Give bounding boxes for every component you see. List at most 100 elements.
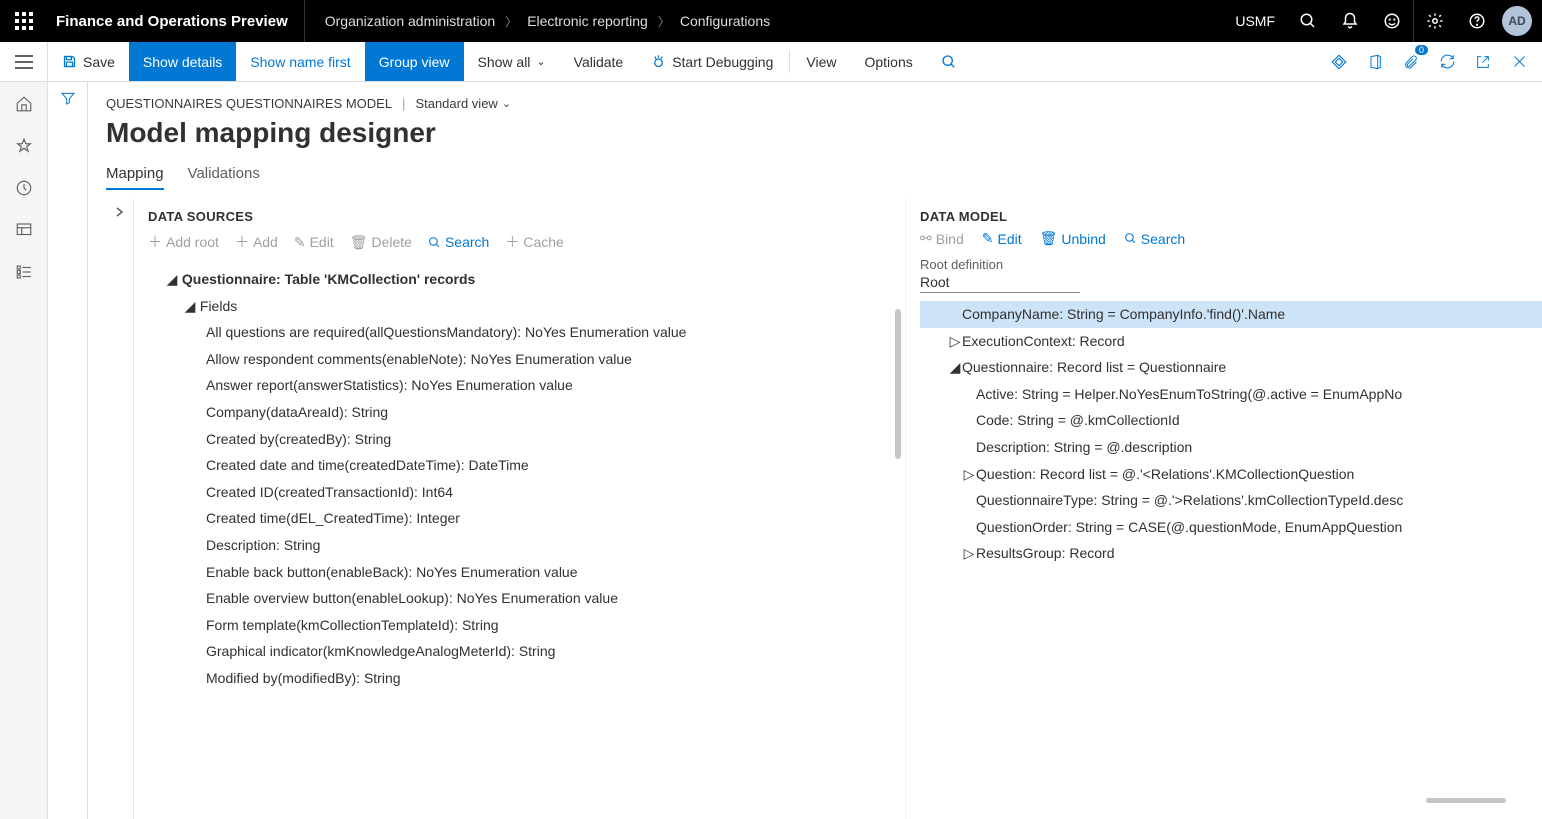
model-node-questionnairetype[interactable]: QuestionnaireType: String = @.'>Relation… [920,487,1542,514]
bind-button[interactable]: ⚯Bind [920,230,964,247]
search-cmd-button[interactable] [927,42,971,81]
scrollbar-thumb[interactable] [895,309,901,459]
add-button[interactable]: ＋Add [235,232,278,252]
collapse-left-pane[interactable] [106,199,134,819]
model-node-questionnaire[interactable]: ◢Questionnaire: Record list = Questionna… [920,354,1542,381]
cache-button[interactable]: ＋Cache [505,232,563,252]
unbind-button[interactable]: 🗑Unbind [1040,230,1106,247]
datasources-tree: ◢ Questionnaire: Table 'KMCollection' re… [148,266,901,692]
diamond-icon[interactable] [1324,47,1354,77]
chevron-right-icon: 〉 [658,13,670,30]
left-nav [0,82,48,819]
popout-icon[interactable] [1468,47,1498,77]
group-view-button[interactable]: Group view [365,42,464,81]
model-node-questionorder[interactable]: QuestionOrder: String = CASE(@.questionM… [920,514,1542,541]
avatar[interactable]: AD [1502,6,1532,36]
search-icon[interactable] [1287,0,1329,42]
datamodel-heading: DATA MODEL [920,209,1542,224]
tree-node-field[interactable]: Company(dataAreaId): String [148,399,901,426]
app-title: Finance and Operations Preview [48,13,304,30]
tree-node-field[interactable]: Answer report(answerStatistics): NoYes E… [148,372,901,399]
validate-button[interactable]: Validate [560,42,638,81]
model-node-code[interactable]: Code: String = @.kmCollectionId [920,407,1542,434]
scrollbar-thumb[interactable] [1426,798,1506,803]
caret-expanded-icon[interactable]: ◢ [184,293,196,320]
search-button[interactable]: Search [428,232,489,252]
filter-pane-toggle[interactable] [48,82,88,819]
tree-node-field[interactable]: Created ID(createdTransactionId): Int64 [148,479,901,506]
model-node-resultsgroup[interactable]: ▷ResultsGroup: Record [920,540,1542,567]
separator: | [402,96,405,111]
show-all-button[interactable]: Show all ⌄ [464,42,560,81]
show-details-button[interactable]: Show details [129,42,236,81]
app-launcher-icon[interactable] [0,0,48,42]
tab-validations[interactable]: Validations [188,165,260,190]
tree-node-field[interactable]: Modified by(modifiedBy): String [148,665,901,692]
tree-node-field[interactable]: Enable overview button(enableLookup): No… [148,585,901,612]
caret-collapsed-icon[interactable]: ▷ [962,540,976,567]
recent-icon[interactable] [4,170,44,206]
close-icon[interactable] [1504,47,1534,77]
star-icon[interactable] [4,128,44,164]
caret-expanded-icon[interactable]: ◢ [948,354,962,381]
options-button[interactable]: Options [850,42,926,81]
model-node-question[interactable]: ▷Question: Record list = @.'<Relations'.… [920,461,1542,488]
chevron-down-icon: ⌄ [502,97,511,110]
search-button[interactable]: Search [1124,230,1185,247]
add-root-button[interactable]: ＋Add root [148,232,219,252]
tree-node-field[interactable]: All questions are required(allQuestionsM… [148,319,901,346]
tab-mapping[interactable]: Mapping [106,165,164,190]
view-button[interactable]: View [792,42,850,81]
modules-icon[interactable] [4,254,44,290]
hamburger-icon[interactable] [0,42,48,81]
breadcrumb-item[interactable]: Electronic reporting [527,13,648,29]
breadcrumb-item[interactable]: Organization administration [325,13,495,29]
smile-icon[interactable] [1371,0,1413,42]
caret-expanded-icon[interactable]: ◢ [166,266,178,293]
breadcrumb: Organization administration 〉 Electronic… [305,13,770,30]
gear-icon[interactable] [1414,0,1456,42]
home-icon[interactable] [4,86,44,122]
main: QUESTIONNAIRES QUESTIONNAIRES MODEL | St… [0,82,1542,819]
model-node-companyname[interactable]: CompanyName: String = CompanyInfo.'find(… [920,301,1542,328]
model-node-description[interactable]: Description: String = @.description [920,434,1542,461]
view-selector[interactable]: Standard view ⌄ [415,96,511,111]
chevron-right-icon: 〉 [505,13,517,30]
page-crumb: QUESTIONNAIRES QUESTIONNAIRES MODEL [106,96,392,111]
tree-node-field[interactable]: Created date and time(createdDateTime): … [148,452,901,479]
breadcrumb-item[interactable]: Configurations [680,13,770,29]
tree-node-field[interactable]: Form template(kmCollectionTemplateId): S… [148,612,901,639]
datamodel-toolbar: ⚯Bind ✎Edit 🗑Unbind Search [920,230,1542,247]
model-node-active[interactable]: Active: String = Helper.NoYesEnumToStrin… [920,381,1542,408]
save-button[interactable]: Save [48,42,129,81]
command-bar: Save Show details Show name first Group … [0,42,1542,82]
root-definition-value[interactable]: Root [920,274,1080,293]
attachments-icon[interactable]: 0 [1396,47,1426,77]
refresh-icon[interactable] [1432,47,1462,77]
start-debugging-button[interactable]: Start Debugging [637,42,787,81]
tree-node-field[interactable]: Allow respondent comments(enableNote): N… [148,346,901,373]
tree-node-field[interactable]: Created by(createdBy): String [148,426,901,453]
workspaces-icon[interactable] [4,212,44,248]
datasources-column: DATA SOURCES ＋Add root ＋Add ✎Edit 🗑Delet… [106,199,906,819]
tree-node-field[interactable]: Created time(dEL_CreatedTime): Integer [148,505,901,532]
edit-button[interactable]: ✎Edit [982,230,1022,247]
office-icon[interactable] [1360,47,1390,77]
tree-node-field[interactable]: Enable back button(enableBack): NoYes En… [148,559,901,586]
columns: DATA SOURCES ＋Add root ＋Add ✎Edit 🗑Delet… [106,199,1542,819]
command-bar-right: 0 [1324,42,1542,81]
tree-node-field[interactable]: Graphical indicator(kmKnowledgeAnalogMet… [148,638,901,665]
datasources-toolbar: ＋Add root ＋Add ✎Edit 🗑Delete Search ＋Cac… [148,232,901,252]
caret-collapsed-icon[interactable]: ▷ [948,328,962,355]
edit-button[interactable]: ✎Edit [294,232,334,252]
delete-button[interactable]: 🗑Delete [350,232,412,252]
tree-node-field[interactable]: Description: String [148,532,901,559]
bell-icon[interactable] [1329,0,1371,42]
company-label[interactable]: USMF [1223,13,1287,29]
tree-node-fields[interactable]: ◢ Fields [148,293,901,320]
help-icon[interactable] [1456,0,1498,42]
caret-collapsed-icon[interactable]: ▷ [962,461,976,488]
model-node-executioncontext[interactable]: ▷ExecutionContext: Record [920,328,1542,355]
tree-node-root[interactable]: ◢ Questionnaire: Table 'KMCollection' re… [148,266,901,293]
show-name-first-button[interactable]: Show name first [236,42,364,81]
